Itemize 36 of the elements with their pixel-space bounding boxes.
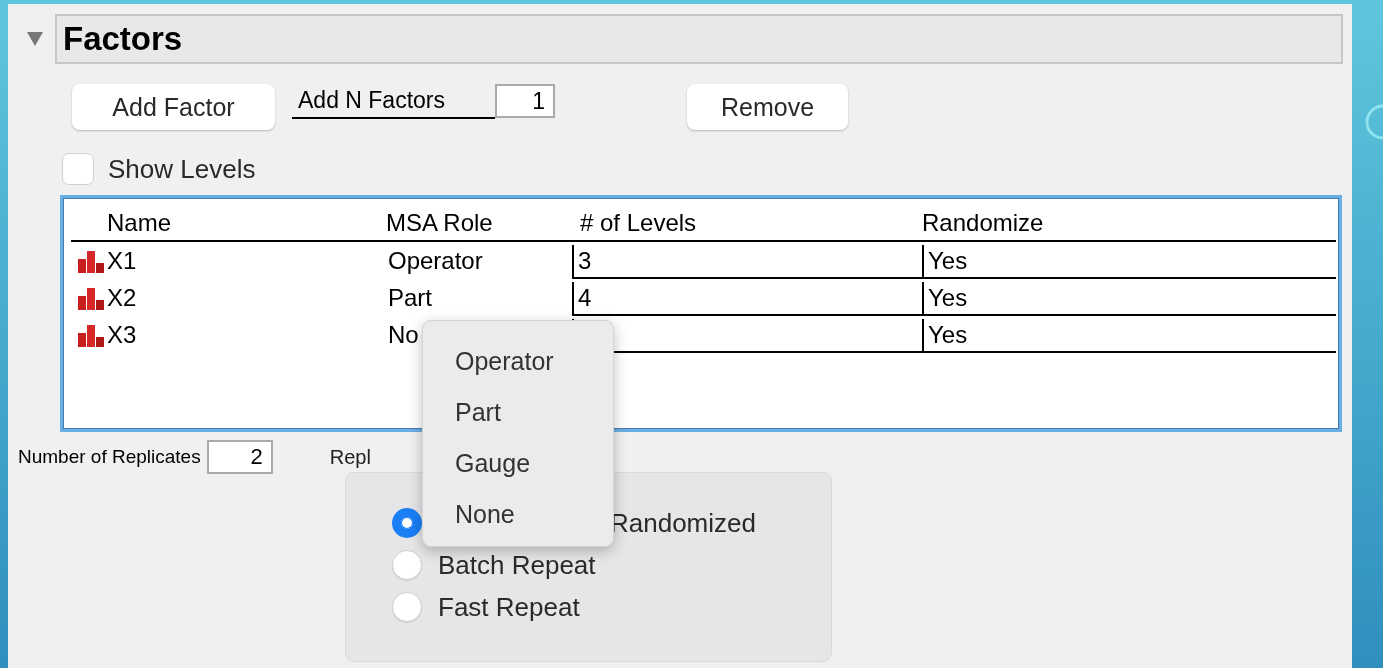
menu-item[interactable]: Part <box>455 394 613 431</box>
column-header: Randomize <box>922 206 1336 242</box>
number-field[interactable]: 2 <box>206 440 273 474</box>
bar-chart-icon <box>77 285 105 310</box>
radio-button[interactable] <box>392 508 422 538</box>
column-header: MSA Role <box>386 206 572 242</box>
radio-label[interactable]: Fast Repeat <box>438 591 580 623</box>
bar-chart-icon <box>77 322 105 347</box>
disclosure-triangle-icon[interactable] <box>27 32 43 46</box>
table-cell[interactable]: Yes <box>922 319 1336 353</box>
radio-label[interactable]: Batch Repeat <box>438 549 596 581</box>
table-cell[interactable]: Yes <box>922 282 1336 316</box>
section-title: Factors <box>63 20 183 58</box>
checkbox[interactable] <box>62 153 94 185</box>
remove-button[interactable]: Remove <box>687 84 848 130</box>
table-cell: X2 <box>107 283 137 312</box>
checkbox-label: Show Levels <box>108 153 256 185</box>
number-field[interactable]: 1 <box>495 84 555 118</box>
column-header: # of Levels <box>572 206 922 242</box>
menu-item[interactable]: None <box>455 496 613 533</box>
table-cell[interactable]: 3 <box>572 245 922 279</box>
add-factor-button[interactable]: Add Factor <box>72 84 275 130</box>
bar-chart-icon <box>77 248 105 273</box>
table-cell-text: Part <box>387 282 433 313</box>
menu-item[interactable]: Gauge <box>455 445 613 482</box>
column-header: Name <box>71 206 386 242</box>
menu-item[interactable]: Operator <box>455 343 613 380</box>
table-cell: X3 <box>107 320 137 349</box>
table-cell-text: No <box>387 319 420 350</box>
ring-decoration <box>1363 102 1383 142</box>
table-cell: X1 <box>107 246 137 275</box>
table-cell[interactable]: Yes <box>922 245 1336 279</box>
group-label: Repl <box>329 445 371 469</box>
replicates-label: Number of Replicates <box>18 446 201 468</box>
table-cell[interactable]: 4 <box>572 282 922 316</box>
table-cell-text: Operator <box>387 245 484 276</box>
